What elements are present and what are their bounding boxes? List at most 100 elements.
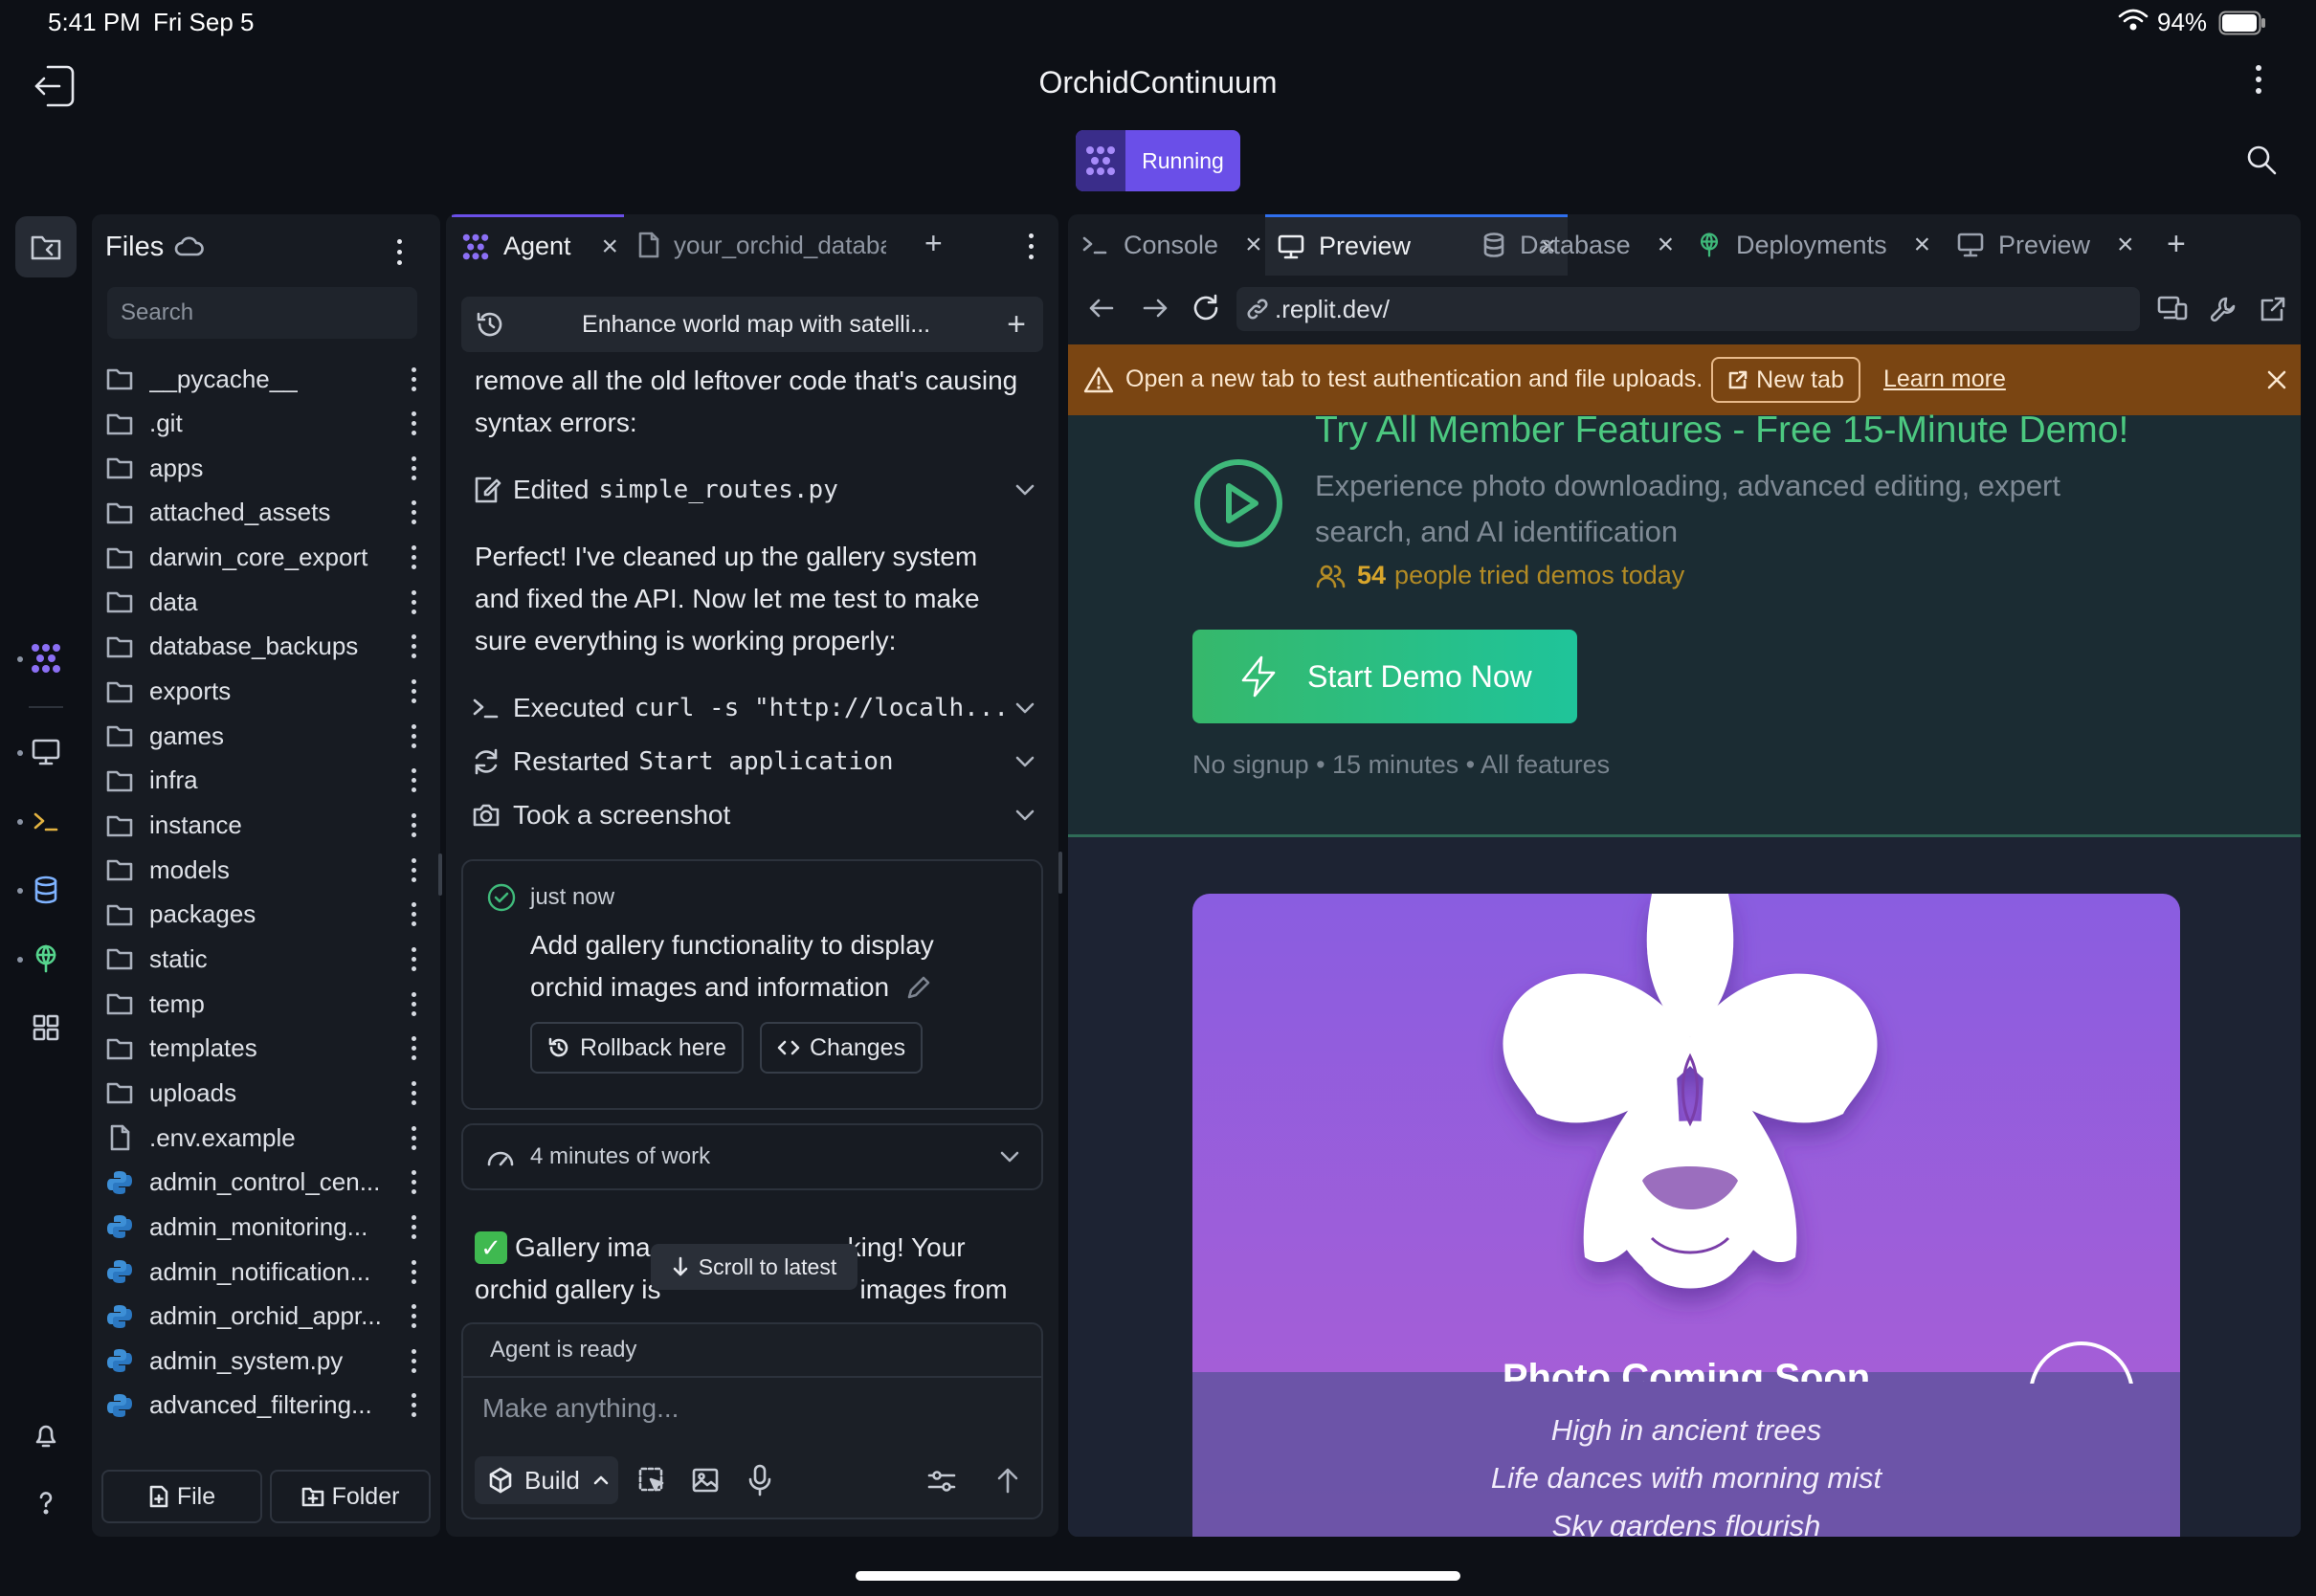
rail-help-button[interactable] bbox=[15, 1472, 77, 1533]
select-element-icon[interactable] bbox=[637, 1466, 666, 1495]
new-tab-button[interactable]: + bbox=[924, 226, 943, 261]
tab-deployments[interactable]: Deployments × bbox=[1696, 214, 1930, 276]
action-edited[interactable]: Edited simple_routes.py bbox=[471, 469, 1036, 511]
close-icon[interactable]: × bbox=[1914, 229, 1931, 261]
close-icon[interactable]: × bbox=[1245, 229, 1262, 261]
microphone-icon[interactable] bbox=[746, 1464, 773, 1496]
item-menu-button[interactable] bbox=[412, 586, 417, 619]
tab-database[interactable]: Database × bbox=[1481, 214, 1674, 276]
agent-scrollbar[interactable] bbox=[1058, 852, 1062, 894]
pencil-icon[interactable] bbox=[904, 973, 933, 1002]
file-tree-item[interactable]: static bbox=[105, 938, 431, 980]
tab-agent[interactable]: Agent × bbox=[452, 214, 624, 276]
rail-deployments-button[interactable] bbox=[15, 928, 77, 989]
file-tree-item[interactable]: darwin_core_export bbox=[105, 537, 431, 579]
chat-input[interactable]: Make anything... bbox=[482, 1393, 1018, 1424]
item-menu-button[interactable] bbox=[412, 541, 417, 574]
file-tree-item[interactable]: __pycache__ bbox=[105, 358, 431, 400]
url-bar[interactable]: .replit.dev/ bbox=[1236, 287, 2140, 331]
item-menu-button[interactable] bbox=[412, 496, 417, 529]
item-menu-button[interactable] bbox=[412, 407, 417, 440]
item-menu-button[interactable] bbox=[412, 675, 417, 708]
reload-icon[interactable] bbox=[1191, 293, 1221, 323]
file-tree-item[interactable]: exports bbox=[105, 671, 431, 713]
rail-agent-button[interactable] bbox=[15, 628, 77, 689]
close-icon[interactable]: × bbox=[2117, 229, 2134, 261]
item-menu-button[interactable] bbox=[412, 1299, 417, 1333]
tab-file[interactable]: your_orchid_databas bbox=[637, 214, 886, 276]
file-tree-item[interactable]: data bbox=[105, 581, 431, 623]
file-tree-item[interactable]: attached_assets bbox=[105, 492, 431, 534]
item-menu-button[interactable] bbox=[412, 809, 417, 842]
open-external-icon[interactable] bbox=[2259, 295, 2287, 323]
exit-button[interactable] bbox=[29, 61, 78, 111]
favorite-button[interactable] bbox=[2029, 1341, 2134, 1384]
action-restarted[interactable]: Restarted Start application bbox=[471, 741, 1036, 783]
file-tree-item[interactable]: temp bbox=[105, 983, 431, 1025]
item-menu-button[interactable] bbox=[412, 898, 417, 931]
item-menu-button[interactable] bbox=[412, 1031, 417, 1065]
item-menu-button[interactable] bbox=[412, 1165, 417, 1199]
work-summary[interactable]: 4 minutes of work bbox=[461, 1123, 1043, 1190]
tab-preview-2[interactable]: Preview × bbox=[1956, 214, 2134, 276]
action-screenshot[interactable]: Took a screenshot bbox=[471, 794, 1036, 836]
history-icon[interactable] bbox=[475, 309, 505, 340]
item-menu-button[interactable] bbox=[412, 987, 417, 1021]
image-icon[interactable] bbox=[691, 1466, 720, 1495]
files-scrollbar[interactable] bbox=[438, 853, 442, 896]
start-demo-button[interactable]: Start Demo Now bbox=[1192, 630, 1577, 723]
close-icon[interactable] bbox=[2266, 369, 2287, 390]
search-button[interactable] bbox=[2245, 144, 2278, 176]
file-tree-item[interactable]: .env.example bbox=[105, 1117, 431, 1159]
item-menu-button[interactable] bbox=[412, 942, 417, 976]
file-tree-item[interactable]: database_backups bbox=[105, 626, 431, 668]
item-menu-button[interactable] bbox=[412, 363, 417, 396]
file-tree-item[interactable]: models bbox=[105, 849, 431, 891]
agent-menu-button[interactable] bbox=[1024, 228, 1037, 265]
rail-database-button[interactable] bbox=[15, 859, 77, 920]
file-tree-item[interactable]: admin_control_cen... bbox=[105, 1162, 431, 1204]
item-menu-button[interactable] bbox=[412, 764, 417, 797]
new-folder-button[interactable]: Folder bbox=[270, 1470, 431, 1523]
gallery-card[interactable]: Photo Coming Soon High in ancient trees … bbox=[1192, 894, 2180, 1537]
close-icon[interactable]: × bbox=[601, 231, 618, 263]
changes-button[interactable]: Changes bbox=[760, 1022, 924, 1074]
tab-console[interactable]: Console × bbox=[1081, 214, 1262, 276]
run-status-button[interactable]: Running bbox=[1076, 130, 1240, 191]
item-menu-button[interactable] bbox=[412, 1210, 417, 1244]
rail-notifications-button[interactable] bbox=[15, 1405, 77, 1466]
file-tree-item[interactable]: advanced_filtering... bbox=[105, 1385, 431, 1427]
banner-new-tab-button[interactable]: New tab bbox=[1711, 357, 1860, 403]
new-file-button[interactable]: File bbox=[101, 1470, 262, 1523]
item-menu-button[interactable] bbox=[412, 1388, 417, 1422]
scroll-to-latest-button[interactable]: Scroll to latest bbox=[651, 1244, 857, 1290]
home-indicator[interactable] bbox=[856, 1571, 1460, 1581]
file-tree-item[interactable]: admin_system.py bbox=[105, 1340, 431, 1382]
close-icon[interactable]: × bbox=[1658, 229, 1675, 261]
new-tab-button[interactable]: + bbox=[2167, 226, 2186, 263]
rail-console-button[interactable] bbox=[15, 790, 77, 852]
thread-title[interactable]: Enhance world map with satelli... bbox=[505, 311, 1007, 339]
rollback-button[interactable]: Rollback here bbox=[530, 1022, 744, 1074]
file-tree-item[interactable]: .git bbox=[105, 403, 431, 445]
item-menu-button[interactable] bbox=[412, 1344, 417, 1378]
rail-files-button[interactable] bbox=[15, 216, 77, 277]
file-tree-item[interactable]: instance bbox=[105, 805, 431, 847]
item-menu-button[interactable] bbox=[412, 720, 417, 753]
mode-select[interactable]: Build bbox=[475, 1456, 618, 1504]
item-menu-button[interactable] bbox=[412, 452, 417, 485]
file-tree-item[interactable]: templates bbox=[105, 1028, 431, 1070]
new-thread-button[interactable]: + bbox=[1007, 306, 1026, 344]
file-tree-item[interactable]: infra bbox=[105, 760, 431, 802]
settings-sliders-icon[interactable] bbox=[926, 1468, 957, 1495]
rail-apps-button[interactable] bbox=[15, 997, 77, 1058]
more-menu-button[interactable] bbox=[2249, 59, 2268, 111]
item-menu-button[interactable] bbox=[412, 1255, 417, 1289]
banner-learn-more-link[interactable]: Learn more bbox=[1883, 366, 2006, 393]
item-menu-button[interactable] bbox=[412, 1076, 417, 1110]
devices-icon[interactable] bbox=[2157, 295, 2188, 321]
file-tree-item[interactable]: admin_monitoring... bbox=[105, 1206, 431, 1248]
send-arrow-icon[interactable] bbox=[995, 1466, 1020, 1495]
wrench-icon[interactable] bbox=[2209, 295, 2238, 323]
file-tree-item[interactable]: packages bbox=[105, 894, 431, 936]
